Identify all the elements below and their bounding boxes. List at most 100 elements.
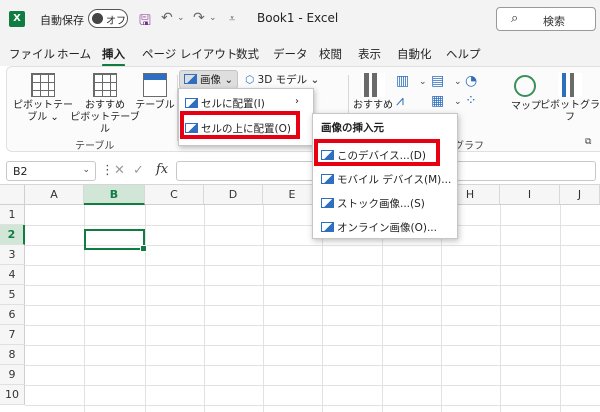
column-header[interactable]: I [500,185,560,205]
recommended-pivot-button[interactable]: おすすめ ピボットテーブル [69,73,141,136]
column-header[interactable]: J [560,185,600,205]
row-header[interactable]: 6 [0,305,25,325]
search-box[interactable]: ⌕ 検索 [496,7,596,31]
customize-toolbar-icon[interactable]: ⩡ [229,12,235,26]
hierarchy-chart-icon[interactable]: ▤ [431,73,444,89]
save-icon[interactable]: 🖫 [139,10,151,34]
image-button[interactable]: 画像 ⌄ [179,70,239,89]
search-icon: ⌕ [511,11,519,26]
table-label: テーブル [135,100,175,111]
submenu-header: 画像の挿入元 [321,122,384,134]
toggle-state: オフ [106,16,126,27]
pivot-chart-label: ピボットグラフ [540,100,600,123]
grid-line [25,345,600,346]
stock-images-label: ストック画像...(S) [337,198,425,210]
active-cell-b2[interactable] [84,229,147,252]
worksheet-grid[interactable]: A B C D E F G H I J 1 2 3 4 5 6 7 8 9 10 [0,184,600,412]
row-header[interactable]: 7 [0,325,25,345]
ribbon-tabs: ファイル ホーム 挿入 ページ レイアウト 数式 データ 校閲 表示 自動化 ヘ… [0,38,600,67]
undo-icon[interactable]: ↶ [161,10,173,26]
chevron-down-icon[interactable]: ⌄ [454,77,462,87]
chevron-down-icon[interactable]: ⌄ [454,97,462,107]
image-icon [321,174,334,184]
tab-review[interactable]: 校閲 [319,46,342,62]
tab-automate[interactable]: 自動化 [397,46,432,62]
image-button-label: 画像 ⌄ [200,74,234,86]
pivot-table-button[interactable]: ピボットテー ブル ⌄ [13,73,73,124]
grid-line [25,285,600,286]
chevron-down-icon[interactable]: ⌄ [419,77,427,87]
tab-help[interactable]: ヘルプ [446,46,481,62]
autosave-toggle[interactable]: オフ [88,9,128,28]
tab-home[interactable]: ホーム [57,46,91,62]
chevron-right-icon: › [295,96,299,107]
insert-from-submenu: 画像の挿入元 このデバイス...(D) モバイル デバイス(M)... ストック… [312,113,458,239]
scatter-chart-icon[interactable]: ⁘ [465,93,477,109]
pivot-table-label-1: ピボットテー [13,100,73,111]
grid-line [500,205,501,412]
tab-insert[interactable]: 挿入 [102,46,125,67]
toggle-knob [92,13,103,24]
highlight-box-this-device [314,139,440,166]
row-header[interactable]: 8 [0,345,25,365]
column-header[interactable]: A [25,185,84,205]
group-label-graph: グラフ [454,141,484,152]
group-label-table: テーブル [75,141,115,152]
row-header[interactable]: 5 [0,285,25,305]
grid-line [25,325,600,326]
insert-function-button[interactable]: fx [156,162,168,177]
menu-item-online-images[interactable]: オンライン画像(O)... [321,220,437,235]
image-icon [185,98,198,108]
recommended-pivot-label-2: ピボットテーブル [70,112,140,135]
row-header[interactable]: 9 [0,365,25,385]
redo-chevron-icon[interactable]: ⌄ [209,13,217,23]
enter-icon[interactable]: ✓ [133,163,144,178]
column-header[interactable]: B [84,185,145,205]
tab-data[interactable]: データ [273,46,308,62]
name-box-value: B2 [13,165,28,178]
row-header[interactable]: 3 [0,245,25,265]
menu-item-stock-images[interactable]: ストック画像...(S) [321,196,425,211]
row-header[interactable]: 1 [0,205,25,225]
map-label: マップ [511,101,541,112]
pivot-table-label-2: ブル ⌄ [27,112,59,123]
row-header[interactable]: 2 [0,225,25,245]
line-chart-icon[interactable]: ⩘ [396,93,404,109]
grid-line [263,205,264,412]
search-placeholder: 検索 [543,15,565,28]
statistic-chart-icon[interactable]: ▦ [431,93,444,109]
image-icon [184,74,197,84]
grid-line [145,205,146,412]
pivot-table-icon [31,73,55,97]
column-chart-icon[interactable]: ▥ [396,73,409,89]
select-all-button[interactable] [0,185,25,205]
tab-formulas[interactable]: 数式 [236,46,259,62]
name-box[interactable]: B2 ⌄ [6,161,96,181]
redo-icon[interactable]: ↷ [193,10,205,26]
row-header[interactable]: 10 [0,385,25,405]
menu-item-mobile-device[interactable]: モバイル デバイス(M)... [321,172,451,187]
column-header[interactable]: D [204,185,263,205]
dialog-launcher-icon[interactable]: ⧉ [585,137,591,147]
pivot-chart-button[interactable]: ピボットグラフ [539,73,600,124]
grid-line [25,405,600,406]
cube-icon: ⬡ [245,74,255,86]
pie-chart-icon[interactable]: ◔ [465,73,477,89]
recommended-pivot-label-1: おすすめ [85,100,125,111]
undo-chevron-icon[interactable]: ⌄ [177,13,185,23]
table-button[interactable]: テーブル [133,73,177,112]
recommended-charts-button[interactable]: おすすめ [353,73,393,112]
tab-view[interactable]: 表示 [358,46,381,62]
tab-page-layout[interactable]: ページ レイアウト [142,46,237,62]
row-header[interactable]: 4 [0,265,25,285]
document-title: Book1 - Excel [257,11,339,25]
pivot-chart-icon [558,73,582,97]
model-3d-button[interactable]: ⬡ 3D モデル ⌄ [245,72,319,87]
menu-item-place-in-cell[interactable]: セルに配置(I) › [185,96,299,111]
highlight-box-place-over-cells [180,111,300,139]
column-header[interactable]: C [145,185,204,205]
tab-file[interactable]: ファイル [9,46,55,62]
excel-logo-icon: X [9,11,25,27]
cancel-icon[interactable]: ✕ [114,163,125,178]
table-icon [143,73,167,97]
